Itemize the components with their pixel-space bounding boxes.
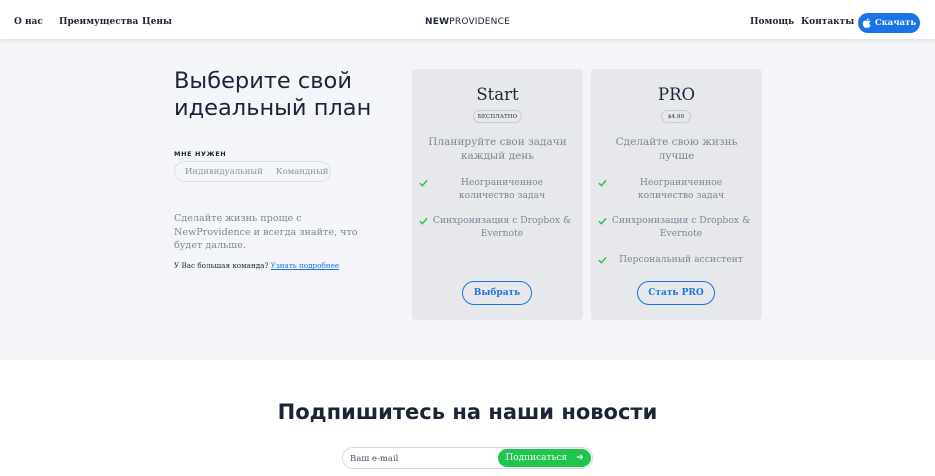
- check-icon: [419, 217, 428, 225]
- team-question: У Вас большая команда?: [174, 261, 269, 270]
- newsletter-title: Подпишитесь на наши новости: [277, 400, 658, 424]
- download-button[interactable]: Скачать: [858, 13, 920, 33]
- logo-bold-text: NEW: [425, 17, 450, 27]
- plan-type-toggle[interactable]: Индивидуальный Командный: [174, 161, 331, 182]
- toggle-individual-option[interactable]: Индивидуальный: [185, 167, 263, 177]
- logo-text: PROVIDENCE: [449, 17, 510, 27]
- apple-icon: [862, 18, 871, 28]
- subscribe-label: Подписаться: [505, 453, 568, 463]
- headline-line-1: Выберите свой: [174, 68, 352, 94]
- subscribe-button[interactable]: Подписаться ➜: [498, 449, 591, 467]
- plan-subtitle: Планируйте свои задачи каждый день: [428, 136, 567, 162]
- learn-more-link[interactable]: Узнать подробнее: [271, 261, 339, 270]
- become-pro-button[interactable]: Стать PRO: [637, 281, 715, 305]
- brand-logo[interactable]: NEWPROVIDENCE: [0, 17, 935, 27]
- email-input[interactable]: [350, 452, 490, 465]
- plan-card-start: Start БЕСПЛАТНО Планируйте свои задачи к…: [412, 69, 583, 320]
- plan-feature-text: Персональный ассистент: [619, 254, 743, 265]
- check-icon: [598, 179, 607, 187]
- pricing-description: Сделайте жизнь проще с NewProvidence и в…: [174, 213, 358, 251]
- check-icon: [419, 179, 428, 187]
- check-icon: [598, 256, 607, 264]
- plan-feature-text: Синхронизация с Dropbox & Evernote: [611, 215, 751, 239]
- check-icon: [598, 217, 607, 225]
- pricing-headline: Выберите свой идеальный план: [174, 68, 414, 122]
- headline-line-2: идеальный план: [174, 95, 372, 121]
- plan-price-badge: $4.99: [661, 110, 691, 123]
- plan-title: PRO: [657, 85, 696, 104]
- plan-feature-text: Неограниченное количество задач: [458, 177, 546, 201]
- nav-contacts-link[interactable]: Контакты: [801, 17, 854, 27]
- nav-help-link[interactable]: Помощь: [750, 17, 794, 27]
- plan-subtitle: Сделайте свою жизнь лучше: [615, 136, 738, 162]
- toggle-team-option[interactable]: Командный: [276, 167, 328, 177]
- top-navbar: О нас Преимущества Цены NEWPROVIDENCE По…: [0, 0, 935, 39]
- team-note: У Вас большая команда? Узнать подробнее: [174, 261, 339, 270]
- arrow-right-icon: ➜: [576, 453, 584, 463]
- choose-start-button[interactable]: Выбрать: [462, 281, 532, 305]
- plan-feature-text: Неограниченное количество задач: [637, 177, 725, 201]
- download-label: Скачать: [874, 18, 917, 28]
- need-label: МНЕ НУЖЕН: [174, 150, 227, 158]
- plan-title: Start: [476, 85, 519, 104]
- plan-price-badge: БЕСПЛАТНО: [473, 110, 522, 123]
- plan-card-pro: PRO $4.99 Сделайте свою жизнь лучше Неог…: [591, 69, 762, 320]
- plan-feature-text: Синхронизация с Dropbox & Evernote: [432, 215, 572, 239]
